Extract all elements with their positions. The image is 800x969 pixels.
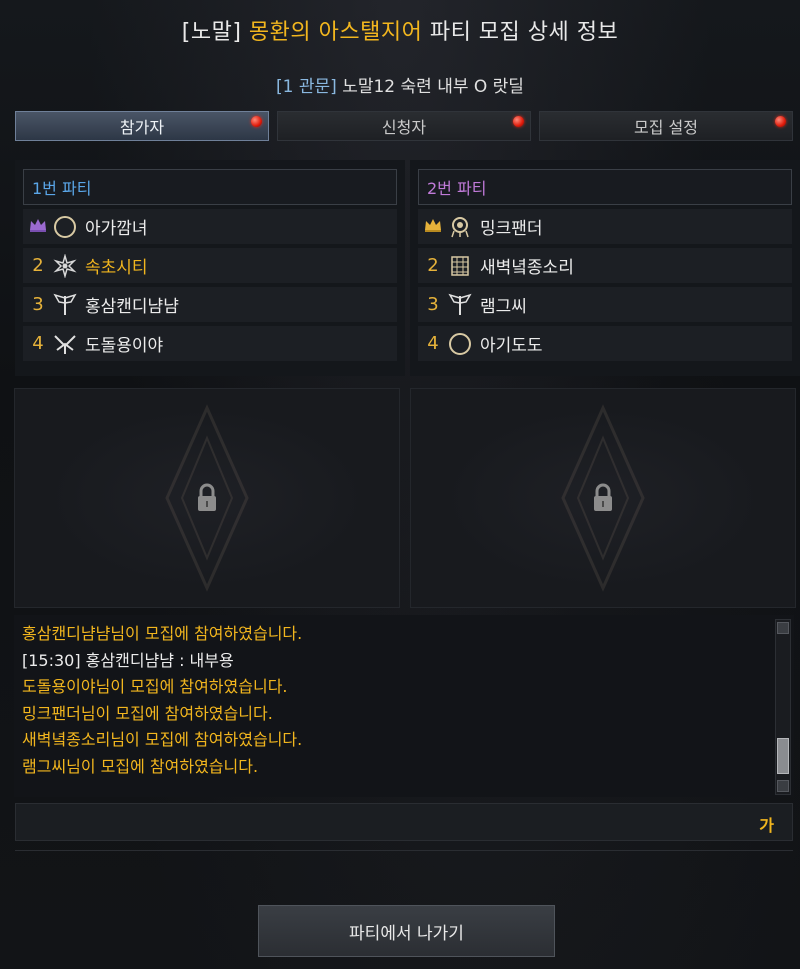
member-name: 도돌용이야	[85, 336, 164, 356]
tab-label: 신청자	[381, 118, 427, 137]
member-name: 아기도도	[480, 336, 543, 356]
member-name: 램그씨	[480, 297, 527, 317]
slot-number: 3	[427, 294, 439, 315]
crossed-wings-class-icon	[53, 332, 77, 356]
gate-label: [1 관문]	[276, 77, 337, 97]
member-name: 밍크팬더	[480, 219, 543, 239]
tab-applicants[interactable]: 신청자	[277, 111, 531, 141]
winged-blade-class-icon	[53, 293, 77, 317]
slot-number: 3	[32, 294, 44, 315]
chat-log-lines: 홍삼캔디냠냠님이 모집에 참여하였습니다. [15:30] 홍삼캔디냠냠 : 내…	[22, 621, 762, 780]
recruit-text: 노말12 숙련 내부 O 랏딜	[342, 77, 524, 97]
party-member[interactable]: 2 속초시티	[23, 248, 397, 283]
member-name: 속초시티	[85, 258, 148, 278]
moon-class-icon	[448, 332, 472, 356]
party-recruit-window: [노말] 몽환의 아스탤지어 파티 모집 상세 정보 [1 관문] 노말12 숙…	[0, 0, 800, 969]
party-2-panel: 2번 파티 밍크팬더 2 새벽녘종소리 3 램그씨 4 아기도도	[410, 160, 800, 376]
divider	[15, 850, 793, 851]
scroll-thumb[interactable]	[777, 738, 789, 774]
log-message: 밍크팬더님이 모집에 참여하였습니다.	[22, 703, 273, 723]
party-1-header: 1번 파티	[23, 169, 397, 205]
log-message: 홍삼캔디냠냠님이 모집에 참여하였습니다.	[22, 624, 303, 643]
party-member[interactable]: 아가깜녀	[23, 209, 397, 244]
title-raid-name: 몽환의 아스탤지어	[248, 20, 423, 45]
slot-number: 2	[32, 255, 44, 276]
crown-icon	[23, 216, 53, 237]
moon-class-icon	[53, 215, 77, 239]
tab-label: 참가자	[119, 118, 165, 137]
notification-dot-icon	[775, 116, 786, 127]
chat-input[interactable]: 가	[15, 803, 793, 841]
notification-dot-icon	[513, 116, 524, 127]
lattice-class-icon	[448, 254, 472, 278]
log-message: 램그씨님이 모집에 참여하였습니다.	[22, 756, 259, 776]
slot-number: 4	[427, 333, 439, 354]
member-name: 새벽녘종소리	[480, 258, 574, 278]
locked-party-slot	[410, 388, 796, 608]
scroll-down-icon[interactable]	[777, 780, 789, 792]
chat-scrollbar[interactable]	[775, 619, 791, 795]
spiked-class-icon	[53, 253, 77, 278]
log-message: 도돌용이야님이 모집에 참여하였습니다.	[22, 677, 288, 696]
tab-label: 모집 설정	[634, 118, 698, 137]
slot-number: 4	[32, 333, 44, 354]
log-message: [15:30] 홍삼캔디냠냠 : 내부용	[22, 650, 234, 670]
slot-number: 2	[427, 255, 439, 276]
input-mode-toggle[interactable]: 가	[759, 812, 774, 836]
tab-bar: 참가자 신청자 모집 설정	[15, 111, 793, 141]
tab-recruit-settings[interactable]: 모집 설정	[539, 111, 793, 141]
party-member[interactable]: 3 홍삼캔디냠냠	[23, 287, 397, 322]
party-2-header: 2번 파티	[418, 169, 792, 205]
member-name: 아가깜녀	[85, 219, 148, 239]
party-member[interactable]: 4 아기도도	[418, 326, 792, 361]
party-member[interactable]: 밍크팬더	[418, 209, 792, 244]
winged-blade-class-icon	[448, 293, 472, 317]
crown-icon	[418, 216, 448, 237]
tab-participants[interactable]: 참가자	[15, 111, 269, 141]
party-member[interactable]: 2 새벽녘종소리	[418, 248, 792, 283]
notification-dot-icon	[251, 116, 262, 127]
lock-icon	[198, 483, 216, 511]
locked-party-slot	[14, 388, 400, 608]
window-title: [노말] 몽환의 아스탤지어 파티 모집 상세 정보	[0, 14, 800, 46]
recruit-description: [1 관문] 노말12 숙련 내부 O 랏딜	[0, 72, 800, 97]
title-difficulty: [노말]	[181, 20, 242, 45]
leave-party-button[interactable]: 파티에서 나가기	[258, 905, 555, 957]
chat-log[interactable]: 홍삼캔디냠냠님이 모집에 참여하였습니다. [15:30] 홍삼캔디냠냠 : 내…	[14, 615, 794, 797]
member-name: 홍삼캔디냠냠	[85, 297, 179, 317]
title-text: 파티 모집 상세 정보	[429, 20, 619, 45]
party-1-panel: 1번 파티 아가깜녀 2 속초시티 3 홍삼캔디냠냠 4 도돌용이야	[15, 160, 405, 376]
party-member[interactable]: 3 램그씨	[418, 287, 792, 322]
party-member[interactable]: 4 도돌용이야	[23, 326, 397, 361]
ornate-class-icon	[448, 215, 472, 239]
scroll-up-icon[interactable]	[777, 622, 789, 634]
log-message: 새벽녘종소리님이 모집에 참여하였습니다.	[22, 730, 303, 749]
lock-icon	[594, 483, 612, 511]
